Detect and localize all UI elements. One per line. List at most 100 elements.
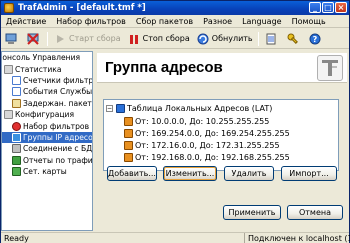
content-panel: Группа адресов − Таблица Локальных Адрес… xyxy=(95,51,349,231)
connection-status: Подключен к localhost (127 xyxy=(244,232,350,243)
reset-button[interactable]: Обнулить xyxy=(194,30,256,47)
stop-capture-label: Стоп сбора xyxy=(142,34,190,43)
network-icon xyxy=(12,132,21,142)
navigation-tree: Консоль Управления Статистика Счетчики ф… xyxy=(1,51,93,231)
close-button[interactable]: × xyxy=(335,2,347,13)
packets-icon xyxy=(12,98,21,108)
edit-button[interactable]: Изменить... xyxy=(163,166,217,181)
address-range-item[interactable]: От: 192.168.0.0, До: 192.168.255.255 xyxy=(124,152,290,163)
tree-item-delayed-packets[interactable]: Задержан. пакеты xyxy=(2,98,92,109)
window-title: TrafAdmin - [default.tmf *] xyxy=(18,3,146,13)
tree-item-filter-counters[interactable]: Счетчики фильтров xyxy=(2,75,92,86)
report-icon xyxy=(12,155,21,165)
tree-item-ip-groups[interactable]: Группы IP адресов xyxy=(2,131,93,144)
apply-button[interactable]: Применить xyxy=(223,205,281,220)
address-range-label: От: 10.0.0.0, До: 10.255.255.255 xyxy=(135,117,270,126)
tree-item-service-events[interactable]: События Службы xyxy=(2,86,92,97)
address-range-item[interactable]: От: 172.16.0.0, До: 172.31.255.255 xyxy=(124,140,280,151)
tree-item-network-cards[interactable]: Сет. карты xyxy=(2,166,92,177)
document-button[interactable] xyxy=(262,30,283,47)
menu-action[interactable]: Действие xyxy=(1,17,51,26)
reset-label: Обнулить xyxy=(211,34,253,43)
lat-label: Таблица Локальных Адресов (LAT) xyxy=(127,104,273,113)
address-range-label: От: 172.16.0.0, До: 172.31.255.255 xyxy=(135,141,280,150)
tree-item-label: Конфигурация xyxy=(15,110,75,120)
events-icon xyxy=(12,87,21,97)
disconnect-button[interactable] xyxy=(24,30,45,47)
database-icon xyxy=(12,144,21,154)
tree-item-label: События Службы xyxy=(23,87,93,97)
toolbar-separator xyxy=(257,31,259,46)
tree-item-label: Задержан. пакеты xyxy=(23,98,93,108)
filter-icon xyxy=(12,121,21,131)
tree-item-db-connection[interactable]: Соединение с БД xyxy=(2,143,92,154)
address-tree[interactable]: − Таблица Локальных Адресов (LAT) От: 10… xyxy=(103,99,339,171)
reset-icon xyxy=(197,33,209,45)
stop-capture-button[interactable]: Стоп сбора xyxy=(125,30,193,47)
delete-button[interactable]: Удалить xyxy=(224,166,274,181)
maximize-button[interactable]: □ xyxy=(322,2,334,13)
tree-item-label: Группы IP адресов xyxy=(23,132,93,142)
range-icon xyxy=(124,129,133,138)
range-icon xyxy=(124,117,133,126)
play-icon xyxy=(54,33,66,45)
title-bar: TrafAdmin - [default.tmf *] _ □ × xyxy=(1,1,349,15)
tree-item-label: Соединение с БД xyxy=(23,144,93,154)
keys-button[interactable] xyxy=(284,30,305,47)
range-icon xyxy=(124,141,133,150)
computer-icon xyxy=(5,33,17,45)
help-button[interactable]: ? xyxy=(306,30,327,47)
cancel-button[interactable]: Отмена xyxy=(287,205,343,220)
app-icon xyxy=(4,3,14,13)
address-range-item[interactable]: От: 10.0.0.0, До: 10.255.255.255 xyxy=(124,116,269,127)
panel-header: Группа адресов xyxy=(97,53,347,83)
menu-bar: Действие Набор фильтров Сбор пакетов Раз… xyxy=(1,15,349,28)
tree-root-lat[interactable]: − Таблица Локальных Адресов (LAT) xyxy=(106,103,272,114)
connect-button[interactable] xyxy=(2,30,23,47)
menu-packet-capture[interactable]: Сбор пакетов xyxy=(131,17,198,26)
toolbar: Старт сбора Стоп сбора Обнулить ? xyxy=(1,29,349,49)
app-window: TrafAdmin - [default.tmf *] _ □ × Действ… xyxy=(0,0,350,243)
disconnect-icon xyxy=(27,32,39,45)
key-icon xyxy=(287,33,299,45)
tree-item-label: Сет. карты xyxy=(23,167,67,177)
network-card-icon xyxy=(12,167,21,177)
tree-item-console[interactable]: Консоль Управления xyxy=(1,52,92,63)
menu-filter-set[interactable]: Набор фильтров xyxy=(51,17,131,26)
table-icon xyxy=(116,104,125,113)
tree-item-label: Статистика xyxy=(15,64,62,74)
start-capture-label: Старт сбора xyxy=(69,34,121,43)
minimize-button[interactable]: _ xyxy=(309,2,321,13)
pause-icon xyxy=(128,33,140,45)
add-button[interactable]: Добавить... xyxy=(107,166,157,181)
folder-icon xyxy=(4,64,13,74)
tree-item-traffic-reports[interactable]: Отчеты по трафику xyxy=(2,155,92,166)
tree-item-configuration[interactable]: Конфигурация xyxy=(2,109,92,120)
tree-item-label: Консоль Управления xyxy=(1,53,81,63)
page-title: Группа адресов xyxy=(105,59,223,76)
import-button[interactable]: Импорт... xyxy=(281,166,337,181)
app-logo-icon xyxy=(317,55,343,81)
address-range-item[interactable]: От: 169.254.0.0, До: 169.254.255.255 xyxy=(124,128,290,139)
tree-item-label: Отчеты по трафику xyxy=(23,155,93,165)
svg-text:?: ? xyxy=(312,35,317,44)
help-icon: ? xyxy=(309,33,321,45)
menu-misc[interactable]: Разное xyxy=(198,17,237,26)
tree-item-filter-set[interactable]: Набор фильтров xyxy=(2,120,92,131)
address-range-label: От: 169.254.0.0, До: 169.254.255.255 xyxy=(135,129,290,138)
toolbar-separator xyxy=(47,31,48,46)
start-capture-button[interactable]: Старт сбора xyxy=(51,30,124,47)
menu-help[interactable]: Помощь xyxy=(287,17,331,26)
collapse-icon[interactable]: − xyxy=(106,105,113,112)
document-icon xyxy=(265,33,277,45)
menu-language[interactable]: Language xyxy=(237,17,286,26)
status-text: Ready xyxy=(4,233,29,243)
tree-item-label: Набор фильтров xyxy=(23,121,90,131)
address-range-label: От: 192.168.0.0, До: 192.168.255.255 xyxy=(135,153,290,162)
counter-icon xyxy=(12,75,21,85)
tree-item-label: Счетчики фильтров xyxy=(23,75,93,85)
status-bar: Ready Подключен к localhost (127 xyxy=(1,232,350,243)
range-icon xyxy=(124,153,133,162)
tree-item-statistics[interactable]: Статистика xyxy=(2,63,92,74)
folder-icon xyxy=(4,110,13,120)
